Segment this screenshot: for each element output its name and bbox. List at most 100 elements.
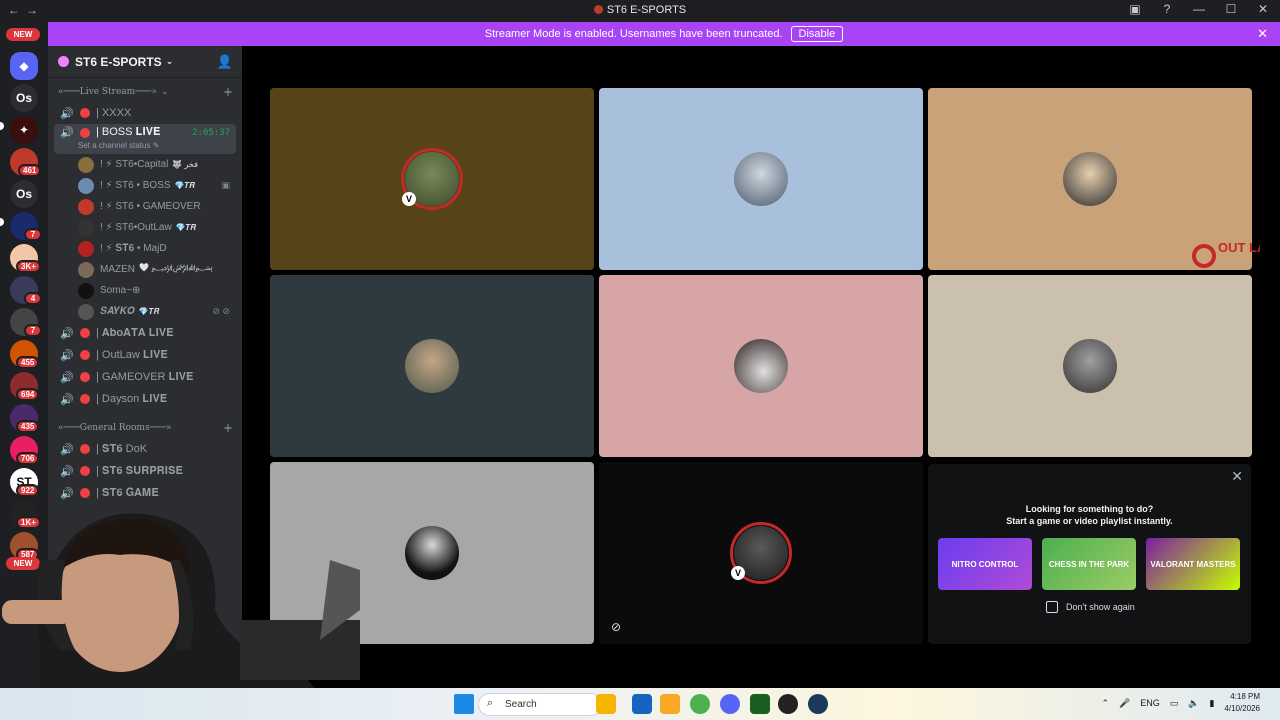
category-general-rooms[interactable]: «───General Rooms───» + <box>48 418 242 438</box>
window-title: ST6 E-SPORTS <box>0 4 1280 16</box>
server-icon <box>593 5 603 14</box>
voice-channel-xxxx[interactable]: 🔊 | XXXX <box>54 102 236 124</box>
close-icon[interactable]: ✕ <box>1257 26 1268 42</box>
inbox-icon[interactable]: ▣ <box>1126 2 1144 16</box>
avatar <box>1063 152 1117 206</box>
unread-badge: 3K+ <box>16 260 41 273</box>
streamer-mode-banner: Streamer Mode is enabled. Usernames have… <box>48 22 1280 46</box>
participant-tile[interactable] <box>599 88 923 270</box>
server-os-2[interactable]: Os <box>10 180 38 208</box>
activity-icon: V <box>402 192 416 206</box>
server-home[interactable]: ◆ <box>10 52 38 80</box>
language-indicator[interactable]: ENG <box>1140 698 1160 708</box>
speaker-icon: 🔊 <box>60 327 74 340</box>
voice-channel-gameover[interactable]: 🔊 | GAMEOVER 𝐋𝐈𝐕𝐄 <box>54 366 236 388</box>
speaker-icon: 🔊 <box>60 107 74 120</box>
server-icon-1[interactable]: ✦ <box>10 116 38 144</box>
participant-tile[interactable]: V <box>270 88 594 270</box>
volume-icon[interactable]: 🔈 <box>1188 698 1199 709</box>
minimize-button[interactable]: — <box>1190 2 1208 16</box>
voice-user[interactable]: MAZEN 🤍 ﷽ <box>48 259 242 280</box>
chevron-up-icon[interactable]: ⌃ <box>1101 698 1109 709</box>
banner-text: Streamer Mode is enabled. Usernames have… <box>484 28 783 40</box>
participant-tile[interactable]: V ⊘ <box>599 462 923 644</box>
widget-icon[interactable] <box>596 694 616 714</box>
server-boost-icon <box>58 56 69 67</box>
unread-badge: 694 <box>16 388 40 401</box>
add-channel-icon[interactable]: + <box>223 85 233 99</box>
logo-text: OUT LAW <box>1218 240 1260 255</box>
call-timer: 2:05:37 <box>192 128 230 138</box>
voice-channel-outlaw[interactable]: 🔊 | OutLaw 𝐋𝐈𝐕𝐄 <box>54 344 236 366</box>
close-icon[interactable]: ✕ <box>1231 468 1243 485</box>
category-live-stream[interactable]: «───Live Stream───» ⌄ + <box>48 82 242 102</box>
unread-badge: 922 <box>16 484 40 497</box>
unread-badge: 4 <box>24 292 42 305</box>
speaker-icon: 🔊 <box>60 127 74 139</box>
voice-stage: V V ⊘ ✕ Looking for something to do? Sta… <box>242 46 1280 688</box>
title-bar: ←→ ST6 E-SPORTS ▣ ? — ☐ ✕ <box>0 0 1280 22</box>
activity-card[interactable]: CHESS IN THE PARK <box>1042 538 1136 590</box>
chrome-icon[interactable] <box>690 694 710 714</box>
network-icon[interactable]: ▭ <box>1170 698 1179 709</box>
speaker-icon: 🔊 <box>60 465 74 478</box>
screen-share-icon: ▣ <box>221 180 230 190</box>
avatar <box>734 152 788 206</box>
voice-user[interactable]: ! ⚡ ST6 • GAMEOVER <box>48 196 242 217</box>
unread-badge: 435 <box>16 420 40 433</box>
disable-button[interactable]: Disable <box>790 26 844 42</box>
close-window-button[interactable]: ✕ <box>1254 2 1272 16</box>
channel-status[interactable]: Set a channel status ✎ <box>78 141 159 150</box>
unread-badge: 461 <box>18 164 42 177</box>
voice-user[interactable]: ! ⚡ ST6 • BOSS 💎𝑻𝑹 ▣ <box>48 175 242 196</box>
voice-user[interactable]: 𝑺𝑨𝒀𝑲𝑶 💎𝑻𝑹 ⊘ ⊘ <box>48 301 242 322</box>
speaker-icon: 🔊 <box>60 393 74 406</box>
voice-channel-dok[interactable]: 🔊 | 𝐒𝐓𝟔 DoK <box>54 438 236 460</box>
voice-user[interactable]: Soma~⊕ <box>48 280 242 301</box>
speaker-icon: 🔊 <box>60 443 74 456</box>
start-icon[interactable] <box>454 694 474 714</box>
maximize-button[interactable]: ☐ <box>1222 2 1240 16</box>
taskbar-search[interactable]: ⌕ Search <box>478 693 602 716</box>
voice-user[interactable]: ! ⚡ ST6•OutLaw 💎𝑻𝑹 <box>48 217 242 238</box>
store-icon[interactable] <box>632 694 652 714</box>
unread-badge: 7 <box>24 324 42 337</box>
participant-tile[interactable] <box>599 275 923 457</box>
unread-badge: 706 <box>16 452 40 465</box>
voice-channel-surprise[interactable]: 🔊 | 𝐒𝐓𝟔 𝐒𝐔𝐑𝐏𝐑𝐈𝐒𝐄 <box>54 460 236 482</box>
clock[interactable]: 4:18 PM 4/10/2026 <box>1224 691 1260 715</box>
voice-user[interactable]: ! ⚡ ST6•Capital 🐺 فخر <box>48 154 242 175</box>
webcam-overlay <box>2 513 360 720</box>
obs-icon[interactable] <box>778 694 798 714</box>
dont-show-again-checkbox[interactable]: Don't show again <box>1046 601 1135 613</box>
system-tray: ⌃ 🎤 ENG ▭ 🔈 ▮ 4:18 PM 4/10/2026 <box>1101 691 1260 715</box>
panel-subtitle: Start a game or video playlist instantly… <box>1006 516 1173 526</box>
add-user-icon[interactable]: 👤 <box>217 54 233 70</box>
voice-user[interactable]: ! ⚡ 𝐒𝐓𝟔 • MajD <box>48 238 242 259</box>
server-name: ST6 E-SPORTS <box>75 54 162 69</box>
mic-icon[interactable]: 🎤 <box>1119 698 1130 709</box>
avatar <box>734 339 788 393</box>
add-channel-icon[interactable]: + <box>223 421 233 435</box>
server-header[interactable]: ST6 E-SPORTS ⌄ 👤 <box>48 46 242 78</box>
speaker-icon: 🔊 <box>60 349 74 362</box>
chevron-down-icon: ⌄ <box>160 87 169 97</box>
participant-tile[interactable] <box>928 275 1252 457</box>
voice-channel-boss[interactable]: 🔊 | BOSS 𝐋𝐈𝐕𝐄 2:05:37 Set a channel stat… <box>54 124 236 154</box>
battery-icon[interactable]: ▮ <box>1209 698 1214 709</box>
activity-card[interactable]: NITRO CONTROL <box>938 538 1032 590</box>
steam-icon[interactable] <box>808 694 828 714</box>
voice-channel-aboata[interactable]: 🔊 | 𝐀𝐛𝐨𝐀𝐓𝐀 𝐋𝐈𝐕𝐄 <box>54 322 236 344</box>
unread-badge: 7 <box>24 228 42 241</box>
terminal-icon[interactable] <box>750 694 770 714</box>
activity-card[interactable]: VALORANT MASTERS <box>1146 538 1240 590</box>
chevron-down-icon: ⌄ <box>165 56 174 66</box>
participant-tile[interactable] <box>270 275 594 457</box>
discord-icon[interactable] <box>720 694 740 714</box>
speaker-icon: 🔊 <box>60 371 74 384</box>
voice-channel-dayson[interactable]: 🔊 | Dayson 𝐋𝐈𝐕𝐄 <box>54 388 236 410</box>
file-explorer-icon[interactable] <box>660 694 680 714</box>
avatar <box>1063 339 1117 393</box>
help-icon[interactable]: ? <box>1158 2 1176 16</box>
server-os-1[interactable]: Os <box>10 84 38 112</box>
